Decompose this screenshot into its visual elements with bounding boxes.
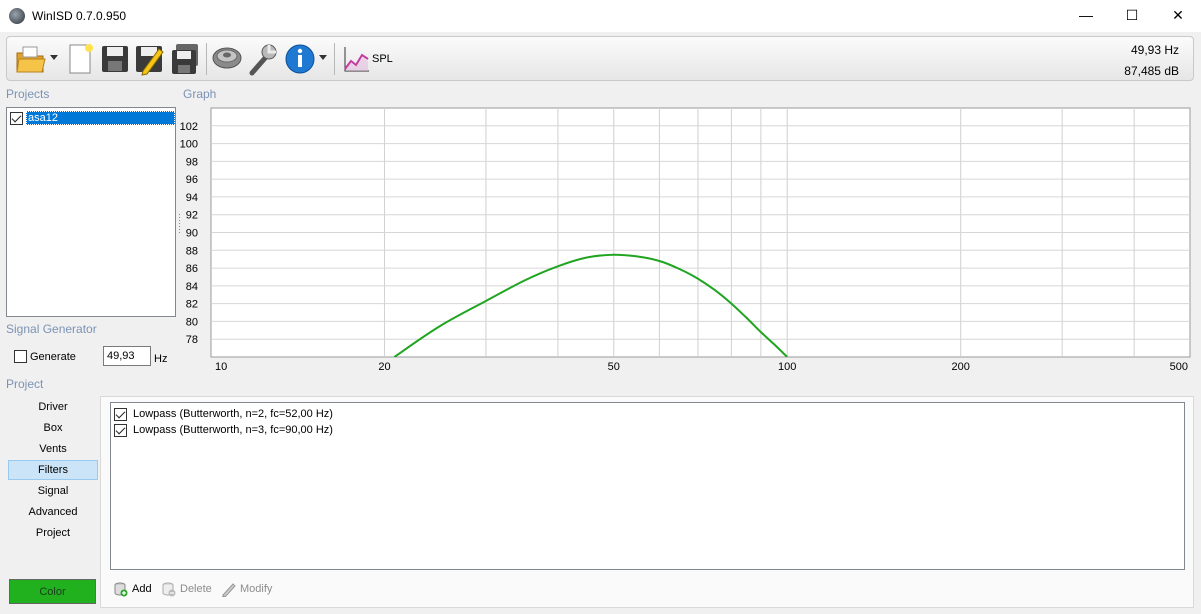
filter-checkbox[interactable]: [114, 423, 127, 437]
toolbar-separator: [206, 43, 207, 75]
maximize-button[interactable]: ☐: [1109, 0, 1155, 30]
modify-filter-button[interactable]: Modify: [221, 580, 272, 598]
y-tick-label: 92: [186, 210, 198, 222]
splitter-grip-dot: [179, 214, 180, 215]
project-header: Project: [6, 377, 44, 391]
tools-wrench-icon[interactable]: [247, 41, 279, 77]
x-tick-label: 100: [778, 361, 796, 373]
project-nav-item-filters[interactable]: Filters: [8, 460, 98, 480]
project-checkbox[interactable]: [10, 111, 23, 125]
signal-generator-header: Signal Generator: [6, 322, 97, 336]
y-tick-label: 88: [186, 245, 198, 257]
open-dropdown-arrow[interactable]: [50, 55, 58, 61]
title-bar: WinISD 0.7.0.950 — ☐ ✕: [0, 0, 1201, 32]
y-tick-label: 82: [186, 299, 198, 311]
delete-label: Delete: [180, 583, 212, 595]
project-nav-item-advanced[interactable]: Advanced: [8, 502, 98, 522]
x-tick-label: 20: [378, 361, 390, 373]
filter-label: Lowpass (Butterworth, n=2, fc=52,00 Hz): [133, 408, 333, 420]
delete-filter-button[interactable]: Delete: [161, 580, 212, 598]
toolbar-separator: [334, 43, 335, 75]
y-tick-label: 98: [186, 156, 198, 168]
spl-chart-icon[interactable]: [341, 41, 373, 77]
graph-header: Graph: [183, 87, 217, 101]
driver-icon[interactable]: [211, 41, 243, 77]
filters-list[interactable]: Lowpass (Butterworth, n=2, fc=52,00 Hz) …: [110, 402, 1185, 570]
y-tick-label: 86: [186, 263, 198, 275]
new-document-icon[interactable]: [65, 41, 97, 77]
splitter-grip-dot: [179, 232, 180, 233]
generate-label: Generate: [30, 350, 76, 363]
modify-label: Modify: [240, 583, 273, 595]
projects-header: Projects: [6, 87, 50, 101]
splitter-grip-dot: [179, 217, 180, 218]
y-tick-label: 90: [186, 228, 198, 240]
filters-panel: Lowpass (Butterworth, n=2, fc=52,00 Hz) …: [100, 396, 1194, 608]
filter-item[interactable]: Lowpass (Butterworth, n=2, fc=52,00 Hz): [114, 406, 333, 422]
project-name[interactable]: asa12: [26, 111, 175, 125]
splitter-grip-dot: [179, 220, 180, 221]
close-button[interactable]: ✕: [1155, 0, 1201, 30]
toolbar: SPL 49,93 Hz 87,485 dB: [6, 36, 1194, 81]
generator-frequency-input[interactable]: [103, 346, 151, 366]
projects-list[interactable]: asa12: [6, 107, 176, 317]
level-readout: 87,485 dB: [1124, 64, 1179, 78]
app-speaker-icon: [9, 8, 25, 24]
save-as-icon[interactable]: [169, 41, 201, 77]
y-tick-label: 94: [186, 192, 198, 204]
filter-label: Lowpass (Butterworth, n=3, fc=90,00 Hz): [133, 424, 333, 436]
generate-checkbox-row[interactable]: Generate: [14, 350, 76, 363]
project-nav-item-signal[interactable]: Signal: [8, 481, 98, 501]
save-icon[interactable]: [99, 41, 131, 77]
color-button[interactable]: Color: [9, 579, 96, 604]
y-tick-label: 102: [180, 121, 198, 133]
project-nav-item-box[interactable]: Box: [8, 418, 98, 438]
spl-label[interactable]: SPL: [372, 53, 393, 65]
minimize-button[interactable]: —: [1063, 0, 1109, 30]
spl-graph[interactable]: 78 80 82 84 86 88 90 92 94 96 98 100 102 10 20 50 100 200…: [178, 104, 1194, 376]
open-folder-icon[interactable]: [15, 41, 47, 77]
project-nav-item-project[interactable]: Project: [8, 523, 98, 543]
info-icon[interactable]: [284, 41, 316, 77]
add-label: Add: [132, 583, 152, 595]
x-tick-label: 50: [608, 361, 620, 373]
frequency-readout: 49,93 Hz: [1130, 43, 1179, 57]
x-tick-label: 500: [1170, 361, 1188, 373]
filter-item[interactable]: Lowpass (Butterworth, n=3, fc=90,00 Hz): [114, 422, 333, 438]
x-tick-label: 200: [952, 361, 970, 373]
y-tick-label: 96: [186, 174, 198, 186]
edit-icon[interactable]: [133, 41, 165, 77]
y-tick-label: 100: [180, 139, 198, 151]
splitter-grip-dot: [179, 223, 180, 224]
add-filter-button[interactable]: Add: [113, 580, 152, 598]
generator-unit-label: Hz: [154, 353, 168, 365]
project-nav-item-vents[interactable]: Vents: [8, 439, 98, 459]
x-tick-label: 10: [215, 361, 227, 373]
splitter-grip-dot: [179, 229, 180, 230]
filter-checkbox[interactable]: [114, 407, 127, 421]
add-icon: [114, 582, 128, 597]
generate-checkbox[interactable]: [14, 350, 27, 363]
modify-pencil-icon: [222, 583, 236, 597]
project-nav-item-driver[interactable]: Driver: [8, 397, 98, 417]
window-title: WinISD 0.7.0.950: [32, 9, 127, 23]
info-dropdown-arrow[interactable]: [319, 55, 327, 61]
y-tick-label: 78: [186, 334, 198, 346]
delete-icon: [162, 582, 176, 597]
splitter-grip-dot: [179, 226, 180, 227]
project-item[interactable]: asa12: [10, 111, 175, 125]
y-tick-label: 80: [186, 316, 198, 328]
y-tick-label: 84: [186, 281, 198, 293]
